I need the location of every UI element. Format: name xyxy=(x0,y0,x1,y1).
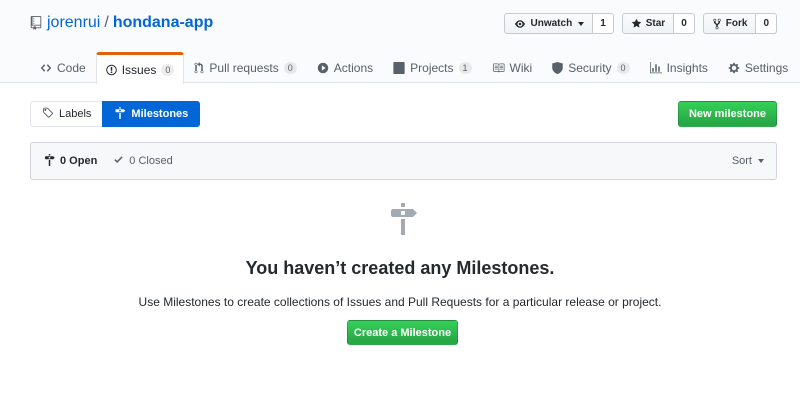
issue-icon xyxy=(105,64,117,76)
repo-icon xyxy=(30,16,42,30)
tab-actions-label: Actions xyxy=(333,61,374,75)
create-milestone-button[interactable]: Create a Milestone xyxy=(347,320,458,345)
milestones-tab[interactable]: Milestones xyxy=(102,101,201,127)
repository-header: jorenrui / hondana-app Unwatch 1 Star 0 xyxy=(0,0,800,84)
repo-title: jorenrui / hondana-app xyxy=(30,14,213,32)
repo-owner-link[interactable]: jorenrui xyxy=(47,14,100,32)
milestones-tab-label: Milestones xyxy=(131,108,189,120)
star-icon xyxy=(631,18,642,29)
tab-insights[interactable]: Insights xyxy=(640,52,718,83)
tab-actions[interactable]: Actions xyxy=(307,52,383,83)
tab-code[interactable]: Code xyxy=(30,52,96,83)
pull-requests-counter: 0 xyxy=(283,62,297,74)
star-label: Star xyxy=(645,18,666,29)
repo-name-link[interactable]: hondana-app xyxy=(113,14,213,32)
tab-settings-label: Settings xyxy=(744,61,789,75)
tab-settings[interactable]: Settings xyxy=(718,52,798,83)
blankslate-description: Use Milestones to create collections of … xyxy=(138,295,662,309)
labels-tab-label: Labels xyxy=(59,108,92,120)
fork-icon xyxy=(712,18,722,30)
fork-button[interactable]: Fork xyxy=(702,13,757,34)
milestone-icon xyxy=(389,202,417,236)
open-milestones-filter[interactable]: 0 Open xyxy=(44,153,98,169)
shield-icon xyxy=(552,62,563,74)
milestone-icon xyxy=(114,106,126,122)
labels-milestones-subnav: Labels Milestones xyxy=(30,101,201,127)
chevron-down-icon xyxy=(758,159,764,163)
security-counter: 0 xyxy=(616,62,630,74)
blankslate-title: You haven’t created any Milestones. xyxy=(245,258,555,278)
tab-wiki[interactable]: Wiki xyxy=(482,52,543,83)
play-icon xyxy=(317,62,329,74)
tag-icon xyxy=(42,107,54,122)
new-milestone-button[interactable]: New milestone xyxy=(677,101,777,127)
tab-insights-label: Insights xyxy=(666,61,708,75)
check-icon xyxy=(113,154,124,168)
watch-count[interactable]: 1 xyxy=(593,13,614,34)
tab-issues[interactable]: Issues 0 xyxy=(95,52,185,84)
milestone-states: 0 Open 0 Closed xyxy=(44,143,173,179)
tab-projects-label: Projects xyxy=(410,61,454,75)
chevron-down-icon xyxy=(578,21,585,26)
star-group: Star 0 xyxy=(621,13,695,34)
tab-wiki-label: Wiki xyxy=(509,61,533,75)
closed-milestones-filter[interactable]: 0 Closed xyxy=(113,154,173,168)
tab-pull-requests-label: Pull requests xyxy=(209,61,279,75)
repo-path-separator: / xyxy=(104,14,109,31)
tab-pull-requests[interactable]: Pull requests 0 xyxy=(184,52,306,83)
tab-security-label: Security xyxy=(568,61,612,75)
issues-counter: 0 xyxy=(161,63,175,76)
book-icon xyxy=(492,62,505,74)
gear-icon xyxy=(728,62,740,74)
fork-count[interactable]: 0 xyxy=(756,13,777,34)
tab-issues-label: Issues xyxy=(121,62,157,77)
star-count[interactable]: 0 xyxy=(674,13,695,34)
milestones-box-header: 0 Open 0 Closed Sort xyxy=(30,142,777,180)
tab-security[interactable]: Security 0 xyxy=(542,52,639,83)
projects-counter: 1 xyxy=(458,62,472,74)
closed-count-label: 0 Closed xyxy=(129,155,173,167)
labels-tab[interactable]: Labels xyxy=(30,101,103,127)
project-icon xyxy=(393,62,405,74)
fork-group: Fork 0 xyxy=(702,13,777,34)
unwatch-button[interactable]: Unwatch xyxy=(503,13,594,34)
tab-code-label: Code xyxy=(57,61,86,75)
open-count-label: 0 Open xyxy=(60,155,98,167)
sort-label: Sort xyxy=(731,155,752,167)
unwatch-label: Unwatch xyxy=(530,18,573,29)
star-button[interactable]: Star xyxy=(621,13,675,34)
graph-icon xyxy=(649,62,662,74)
code-icon xyxy=(40,62,52,74)
sort-dropdown[interactable]: Sort xyxy=(732,143,764,179)
eye-icon xyxy=(513,19,527,29)
repo-actions: Unwatch 1 Star 0 Fork 0 xyxy=(503,13,777,34)
tab-projects[interactable]: Projects 1 xyxy=(383,52,481,83)
watch-group: Unwatch 1 xyxy=(503,13,614,34)
milestone-icon xyxy=(44,153,55,169)
repo-nav: Code Issues 0 Pull requests 0 Actions Pr… xyxy=(30,52,798,84)
pull-request-icon xyxy=(194,62,204,74)
fork-label: Fork xyxy=(725,18,748,29)
